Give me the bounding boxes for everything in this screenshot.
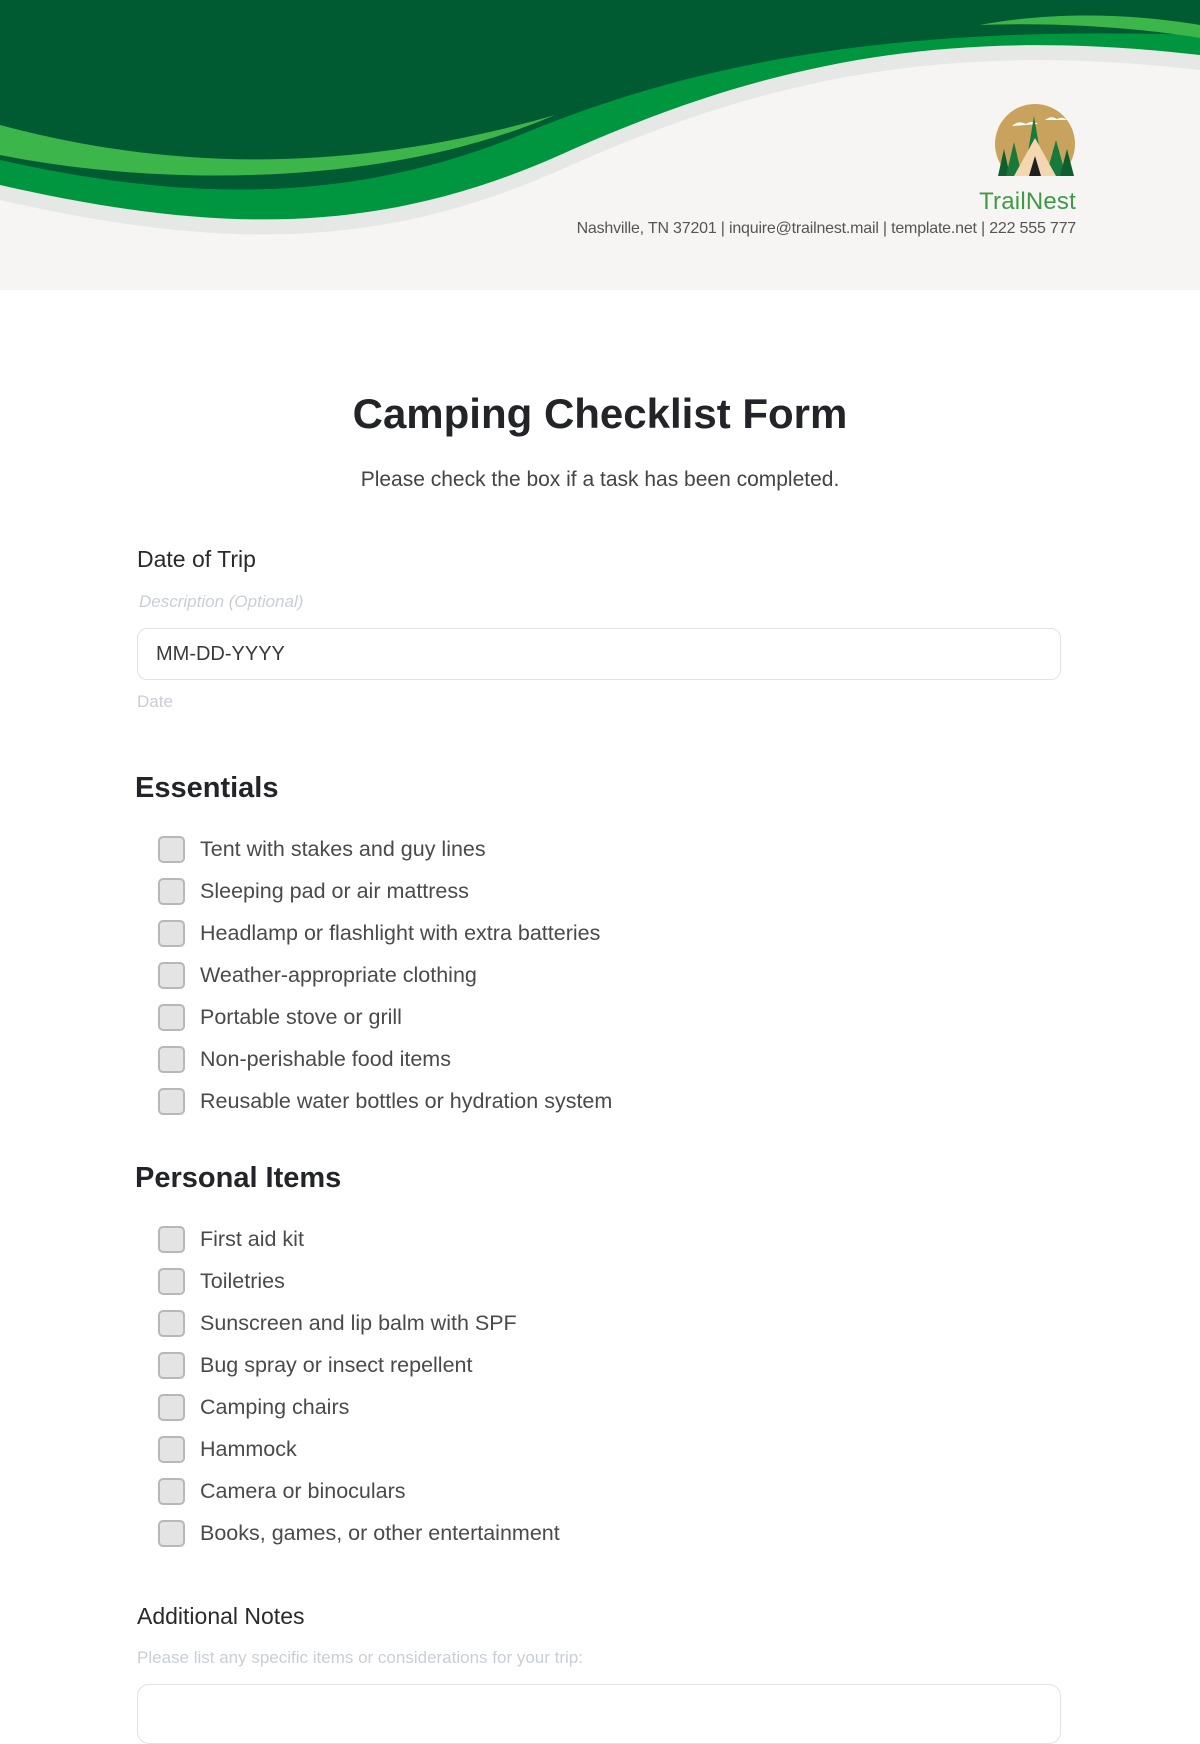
section-title-personal-items: Personal Items [135, 1162, 342, 1194]
checkbox-label: Books, games, or other entertainment [200, 1520, 560, 1545]
checkbox[interactable] [158, 1087, 185, 1115]
checkbox-label: Non-perishable food items [200, 1046, 451, 1071]
form-subtitle: Please check the box if a task has been … [360, 468, 840, 491]
checkbox[interactable] [158, 1225, 185, 1253]
checkbox[interactable] [158, 919, 185, 947]
checkbox-label: Hammock [200, 1436, 297, 1461]
checklist-item[interactable]: Camping chairs [158, 1386, 560, 1428]
checkbox[interactable] [158, 1309, 185, 1337]
checkbox-label: Headlamp or flashlight with extra batter… [200, 920, 601, 945]
checklist-item[interactable]: Toiletries [158, 1260, 560, 1302]
checkbox-label: Portable stove or grill [200, 1004, 402, 1029]
checkbox-label: Toiletries [200, 1268, 285, 1293]
essentials-checklist: Tent with stakes and guy lines Sleeping … [158, 828, 612, 1122]
brand-name: TrailNest [979, 188, 1076, 215]
checklist-item[interactable]: Weather-appropriate clothing [158, 954, 612, 996]
checklist-item[interactable]: Books, games, or other entertainment [158, 1512, 560, 1554]
checklist-item[interactable]: First aid kit [158, 1218, 560, 1260]
checklist-item[interactable]: Camera or binoculars [158, 1470, 560, 1512]
checkbox-label: First aid kit [200, 1226, 304, 1251]
checklist-item[interactable]: Sunscreen and lip balm with SPF [158, 1302, 560, 1344]
date-of-trip-label: Date of Trip [137, 546, 256, 572]
date-description: Description (Optional) [139, 592, 304, 611]
date-helper-text: Date [137, 692, 173, 711]
page-header: TrailNest Nashville, TN 37201 | inquire@… [0, 0, 1200, 290]
additional-notes-hint: Please list any specific items or consid… [137, 1648, 583, 1667]
checkbox[interactable] [158, 1435, 185, 1463]
form-title: Camping Checklist Form [352, 390, 848, 437]
checkbox[interactable] [158, 1003, 185, 1031]
checklist-item[interactable]: Bug spray or insect repellent [158, 1344, 560, 1386]
checkbox[interactable] [158, 835, 185, 863]
checkbox[interactable] [158, 1477, 185, 1505]
checkbox[interactable] [158, 1393, 185, 1421]
checklist-item[interactable]: Hammock [158, 1428, 560, 1470]
checkbox-label: Sunscreen and lip balm with SPF [200, 1310, 517, 1335]
checkbox-label: Tent with stakes and guy lines [200, 836, 486, 861]
checkbox-label: Weather-appropriate clothing [200, 962, 477, 987]
date-input-placeholder: MM-DD-YYYY [156, 642, 285, 665]
checklist-item[interactable]: Non-perishable food items [158, 1038, 612, 1080]
contact-info: Nashville, TN 37201 | inquire@trailnest.… [576, 220, 1077, 237]
checkbox[interactable] [158, 1351, 185, 1379]
checklist-item[interactable]: Portable stove or grill [158, 996, 612, 1038]
section-title-essentials: Essentials [135, 772, 279, 804]
date-input[interactable]: MM-DD-YYYY [137, 628, 1061, 680]
additional-notes-textarea[interactable] [137, 1684, 1061, 1744]
additional-notes-label: Additional Notes [137, 1603, 305, 1629]
checkbox-label: Camera or binoculars [200, 1478, 406, 1503]
checkbox[interactable] [158, 1519, 185, 1547]
checkbox[interactable] [158, 1267, 185, 1295]
checklist-item[interactable]: Reusable water bottles or hydration syst… [158, 1080, 612, 1122]
checklist-item[interactable]: Tent with stakes and guy lines [158, 828, 612, 870]
tent-forest-logo-icon [990, 104, 1080, 184]
checklist-item[interactable]: Headlamp or flashlight with extra batter… [158, 912, 612, 954]
checkbox[interactable] [158, 877, 185, 905]
checkbox-label: Reusable water bottles or hydration syst… [200, 1088, 613, 1113]
personal-items-checklist: First aid kit Toiletries Sunscreen and l… [158, 1218, 560, 1554]
checkbox[interactable] [158, 961, 185, 989]
checkbox-label: Bug spray or insect repellent [200, 1352, 473, 1377]
checklist-item[interactable]: Sleeping pad or air mattress [158, 870, 612, 912]
checkbox-label: Sleeping pad or air mattress [200, 878, 469, 903]
checkbox-label: Camping chairs [200, 1394, 350, 1419]
checkbox[interactable] [158, 1045, 185, 1073]
